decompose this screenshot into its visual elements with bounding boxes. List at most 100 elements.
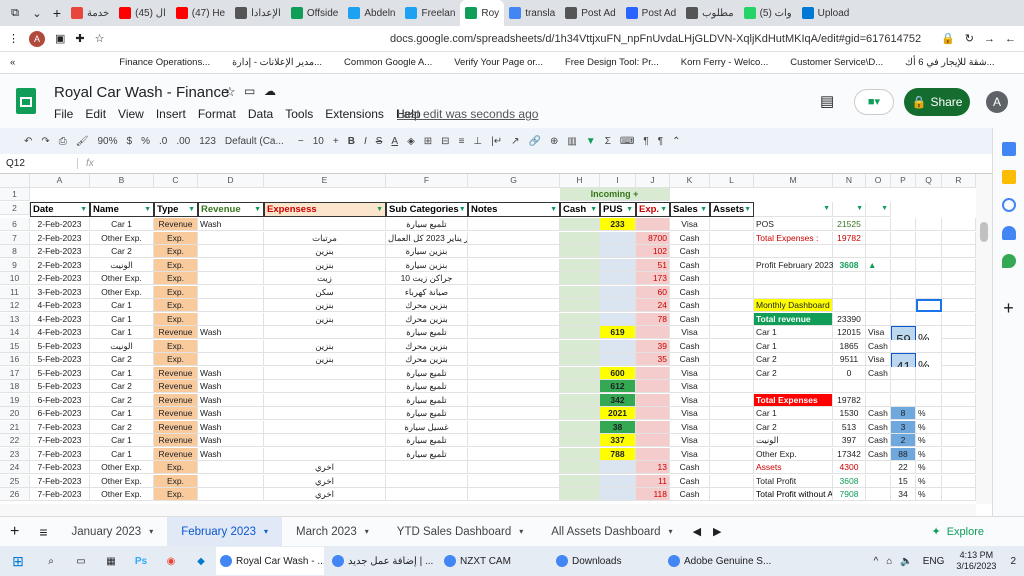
header-cell[interactable]: Type ▼ [154,202,198,217]
cell-A6[interactable]: 2-Feb-2023 [30,218,90,231]
cell-H18[interactable] [560,380,600,393]
browser-tab[interactable]: transla [504,0,560,26]
cell-A23[interactable]: 7-Feb-2023 [30,447,90,461]
cell-J12[interactable]: 24 [636,299,670,312]
cell-F14[interactable]: تلميع سيارة [386,326,468,339]
cell-L9[interactable] [710,258,754,272]
cell-C18[interactable]: Revenue [154,380,198,393]
cell-O24[interactable] [866,461,891,474]
cell-C25[interactable]: Exp. [154,474,198,488]
filter-icon[interactable]: ▼ [590,203,597,216]
column-header[interactable]: Q [916,174,942,188]
taskbar-search-icon[interactable]: ⌕ [36,556,66,567]
row-number[interactable]: 9 [0,258,30,272]
cell-H10[interactable] [560,272,600,285]
cell-J14[interactable] [636,326,670,339]
cell-H24[interactable] [560,461,600,474]
print-icon[interactable]: ⎙ [59,136,67,147]
browser-tab[interactable]: Freelan [400,0,460,26]
cell-K18[interactable]: Visa [670,380,710,393]
cell-R18[interactable] [942,380,976,393]
wrap-icon[interactable]: |↵ [491,136,502,147]
cell-J22[interactable] [636,434,670,447]
cell-H15[interactable] [560,339,600,353]
cell-C23[interactable]: Revenue [154,447,198,461]
row-number[interactable]: 12 [0,299,30,312]
cell-C15[interactable]: Exp. [154,339,198,353]
bookmarks-overflow-icon[interactable]: « [10,57,15,68]
bookmark-item[interactable]: Common Google A... [344,57,432,68]
cell-D17[interactable]: Wash [198,366,264,380]
cell-M10[interactable] [754,272,833,285]
cell-N14[interactable]: 12015 [833,326,866,339]
browser-tab[interactable]: Offside [286,0,344,26]
cell-K14[interactable]: Visa [670,326,710,339]
cell-K12[interactable]: Cash [670,299,710,312]
font-select[interactable]: Default (Ca... [225,136,289,147]
functions-icon[interactable]: Σ [605,136,611,147]
cell-J11[interactable]: 60 [636,285,670,299]
cell-B22[interactable]: Car 1 [90,434,154,447]
cell-C21[interactable]: Revenue [154,420,198,434]
fill-color-icon[interactable]: ◈ [407,136,415,147]
cell-R19[interactable] [942,393,976,407]
meet-button[interactable]: ■▾ [854,89,894,115]
cell-R16[interactable] [942,353,976,366]
cell-H23[interactable] [560,447,600,461]
cell-K17[interactable]: Visa [670,366,710,380]
cell-D7[interactable] [198,231,264,245]
cell-D23[interactable]: Wash [198,447,264,461]
row-number[interactable]: 11 [0,285,30,299]
cell-J24[interactable]: 13 [636,461,670,474]
cell-D11[interactable] [198,285,264,299]
cell-K7[interactable]: Cash [670,231,710,245]
cell-F11[interactable]: صيانة كهرباء [386,285,468,299]
cell-P18[interactable] [891,380,916,393]
cell-J21[interactable] [636,420,670,434]
cell-J9[interactable]: 51 [636,258,670,272]
filter-icon[interactable]: ▼ [833,202,866,217]
taskbar-window[interactable]: إضافة عمل جديد | ... [328,547,436,575]
column-header[interactable]: P [891,174,916,188]
cell-J13[interactable]: 78 [636,312,670,326]
cell-R8[interactable] [942,245,976,258]
sheet-tab[interactable]: All Assets Dashboard ▾ [537,517,686,547]
cell-D24[interactable] [198,461,264,474]
row-number[interactable]: 18 [0,380,30,393]
cell-Q21[interactable]: % [916,420,942,434]
bold-button[interactable]: B [348,136,355,147]
cell-M7[interactable]: Total Expenses : [754,231,833,245]
row-number[interactable]: 24 [0,461,30,474]
cell-O25[interactable] [866,474,891,488]
cell-B19[interactable]: Car 2 [90,393,154,407]
formula-input[interactable] [94,155,1024,173]
cell-G6[interactable] [468,218,560,231]
cell-C17[interactable]: Revenue [154,366,198,380]
photoshop-icon[interactable]: Ps [126,556,156,567]
cell-F7[interactable]: شهر يناير 2023 كل العمال [386,231,468,245]
cell-F19[interactable]: تلميع سيارة [386,393,468,407]
cell-H13[interactable] [560,312,600,326]
cell-G7[interactable] [468,231,560,245]
cell-K15[interactable]: Cash [670,339,710,353]
cell-P12[interactable] [891,299,916,312]
cell-N11[interactable] [833,285,866,299]
cell-P13[interactable] [891,312,916,326]
calendar-icon[interactable] [1001,142,1016,156]
cell-E6[interactable] [264,218,386,231]
cell-H7[interactable] [560,231,600,245]
browser-tab[interactable]: (5) وات [739,0,797,26]
add-sheet-icon[interactable]: + [0,523,29,541]
cell-A18[interactable]: 5-Feb-2023 [30,380,90,393]
cell-I8[interactable] [600,245,636,258]
menu-edit[interactable]: Edit [85,107,106,121]
borders-icon[interactable]: ⊞ [424,136,432,147]
cell-J10[interactable]: 173 [636,272,670,285]
cell-N13[interactable]: 23390 [833,312,866,326]
cell-B6[interactable]: Car 1 [90,218,154,231]
cell-I21[interactable]: 38 [600,420,636,434]
row-number[interactable]: 25 [0,474,30,488]
cell-I16[interactable] [600,353,636,366]
merge-icon[interactable]: ⊟ [441,136,449,147]
browser-tab[interactable]: (47) He [171,0,230,26]
